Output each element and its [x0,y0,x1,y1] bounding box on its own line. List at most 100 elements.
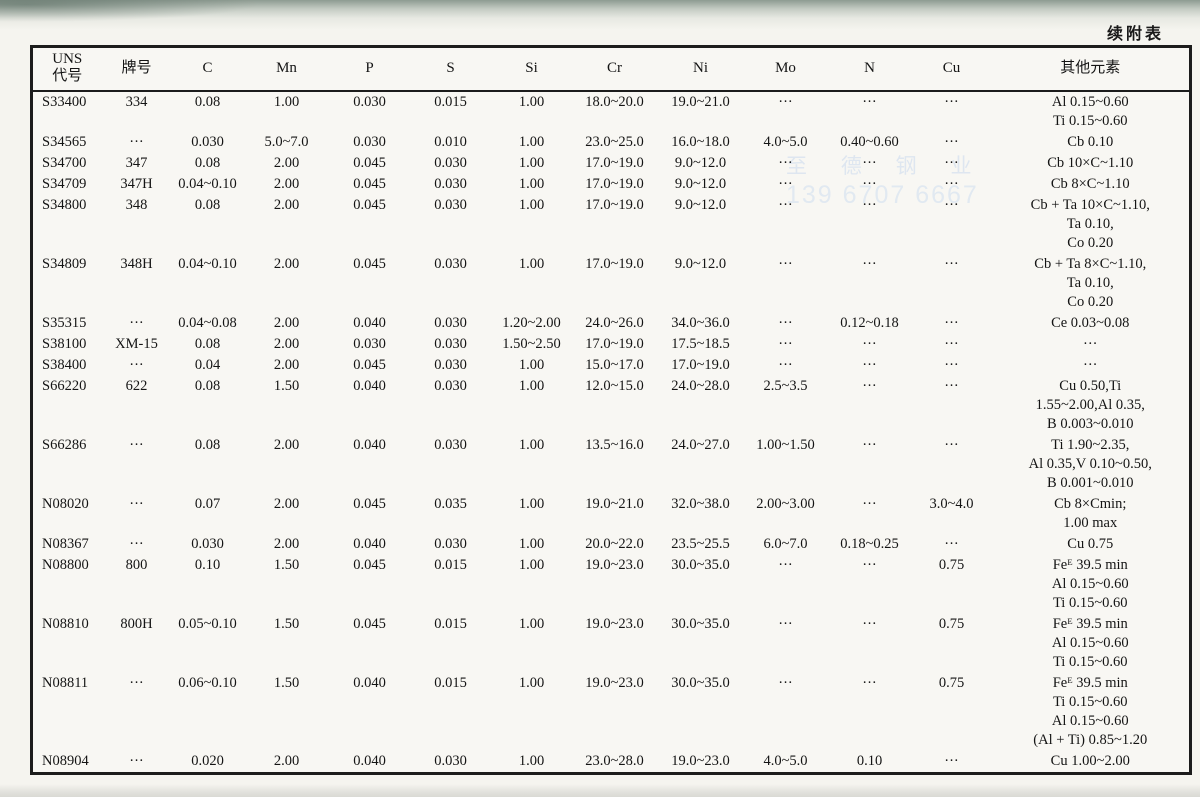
cell-other: Feᴱ 39.5 min Al 0.15~0.60 Ti 0.15~0.60 [992,614,1191,673]
cell-mn: 2.00 [244,195,330,254]
cell-p: 0.045 [330,153,410,174]
cell-c: 0.04 [172,355,244,376]
cell-uns: N08904 [32,751,102,774]
cell-mn: 2.00 [244,334,330,355]
cell-grade: 800 [102,555,172,614]
cell-mo: ··· [744,334,828,355]
cell-n: 0.12~0.18 [828,313,912,334]
cell-c: 0.04~0.10 [172,174,244,195]
scan-top-edge-artifact [0,0,1200,30]
cell-mn: 2.00 [244,494,330,534]
cell-n: ··· [828,376,912,435]
cell-ni: 9.0~12.0 [658,174,744,195]
cell-cu: 0.75 [912,614,992,673]
cell-si: 1.00 [492,254,572,313]
cell-ni: 30.0~35.0 [658,555,744,614]
cell-mn: 2.00 [244,153,330,174]
cell-ni: 9.0~12.0 [658,153,744,174]
cell-p: 0.045 [330,254,410,313]
cell-other: Cu 0.50,Ti 1.55~2.00,Al 0.35, B 0.003~0.… [992,376,1191,435]
cell-n: ··· [828,555,912,614]
cell-mn: 1.50 [244,614,330,673]
cell-cu: ··· [912,254,992,313]
cell-si: 1.00 [492,355,572,376]
cell-uns: N08800 [32,555,102,614]
table-row: N088008000.101.500.0450.0151.0019.0~23.0… [32,555,1191,614]
cell-grade: 622 [102,376,172,435]
cell-c: 0.04~0.10 [172,254,244,313]
cell-other: Ce 0.03~0.08 [992,313,1191,334]
cell-c: 0.030 [172,132,244,153]
cell-p: 0.045 [330,195,410,254]
cell-s: 0.030 [410,334,492,355]
cell-cr: 13.5~16.0 [572,435,658,494]
cell-p: 0.030 [330,334,410,355]
cell-cr: 23.0~28.0 [572,751,658,774]
cell-s: 0.030 [410,254,492,313]
cell-s: 0.035 [410,494,492,534]
cell-other: Cb + Ta 10×C~1.10, Ta 0.10, Co 0.20 [992,195,1191,254]
cell-grade: ··· [102,494,172,534]
cell-mo: 4.0~5.0 [744,751,828,774]
cell-n: ··· [828,254,912,313]
cell-mn: 2.00 [244,751,330,774]
column-header-si: Si [492,47,572,92]
cell-mo: ··· [744,673,828,751]
cell-other: ··· [992,334,1191,355]
cell-s: 0.030 [410,435,492,494]
cell-si: 1.00 [492,673,572,751]
cell-n: ··· [828,174,912,195]
cell-mo: ··· [744,91,828,132]
table-row: S38100XM-150.082.000.0300.0301.50~2.5017… [32,334,1191,355]
cell-mo: ··· [744,254,828,313]
cell-p: 0.040 [330,751,410,774]
cell-cr: 20.0~22.0 [572,534,658,555]
cell-cu: ··· [912,751,992,774]
cell-p: 0.030 [330,132,410,153]
cell-s: 0.030 [410,751,492,774]
column-header-mo: Mo [744,47,828,92]
cell-ni: 9.0~12.0 [658,254,744,313]
cell-grade: 347 [102,153,172,174]
column-header-grade: 牌号 [102,47,172,92]
table-row: N08904···0.0202.000.0400.0301.0023.0~28.… [32,751,1191,774]
cell-cr: 19.0~23.0 [572,673,658,751]
cell-other: ··· [992,355,1191,376]
cell-s: 0.030 [410,174,492,195]
cell-uns: S34709 [32,174,102,195]
alloy-composition-table: UNS 代号牌号CMnPSSiCrNiMoNCu其他元素 S334003340.… [30,45,1192,775]
cell-si: 1.00 [492,435,572,494]
cell-c: 0.08 [172,376,244,435]
cell-other: Feᴱ 39.5 min Ti 0.15~0.60 Al 0.15~0.60 (… [992,673,1191,751]
table-row: S34809348H0.04~0.102.000.0450.0301.0017.… [32,254,1191,313]
cell-c: 0.05~0.10 [172,614,244,673]
cell-cr: 18.0~20.0 [572,91,658,132]
cell-p: 0.045 [330,494,410,534]
cell-other: Cb 10×C~1.10 [992,153,1191,174]
cell-ni: 19.0~21.0 [658,91,744,132]
cell-n: ··· [828,673,912,751]
cell-c: 0.08 [172,334,244,355]
column-header-ni: Ni [658,47,744,92]
cell-ni: 24.0~27.0 [658,435,744,494]
cell-cr: 17.0~19.0 [572,195,658,254]
cell-c: 0.08 [172,91,244,132]
column-header-cu: Cu [912,47,992,92]
cell-s: 0.030 [410,313,492,334]
cell-cu: ··· [912,195,992,254]
cell-grade: ··· [102,673,172,751]
cell-cr: 19.0~21.0 [572,494,658,534]
cell-ni: 24.0~28.0 [658,376,744,435]
cell-si: 1.00 [492,91,572,132]
cell-ni: 17.0~19.0 [658,355,744,376]
cell-ni: 17.5~18.5 [658,334,744,355]
cell-s: 0.015 [410,614,492,673]
cell-n: ··· [828,494,912,534]
cell-grade: ··· [102,132,172,153]
cell-other: Cb + Ta 8×C~1.10, Ta 0.10, Co 0.20 [992,254,1191,313]
cell-grade: ··· [102,435,172,494]
cell-p: 0.045 [330,555,410,614]
column-header-uns: UNS 代号 [32,47,102,92]
table-row: S334003340.081.000.0300.0151.0018.0~20.0… [32,91,1191,132]
cell-uns: S38100 [32,334,102,355]
